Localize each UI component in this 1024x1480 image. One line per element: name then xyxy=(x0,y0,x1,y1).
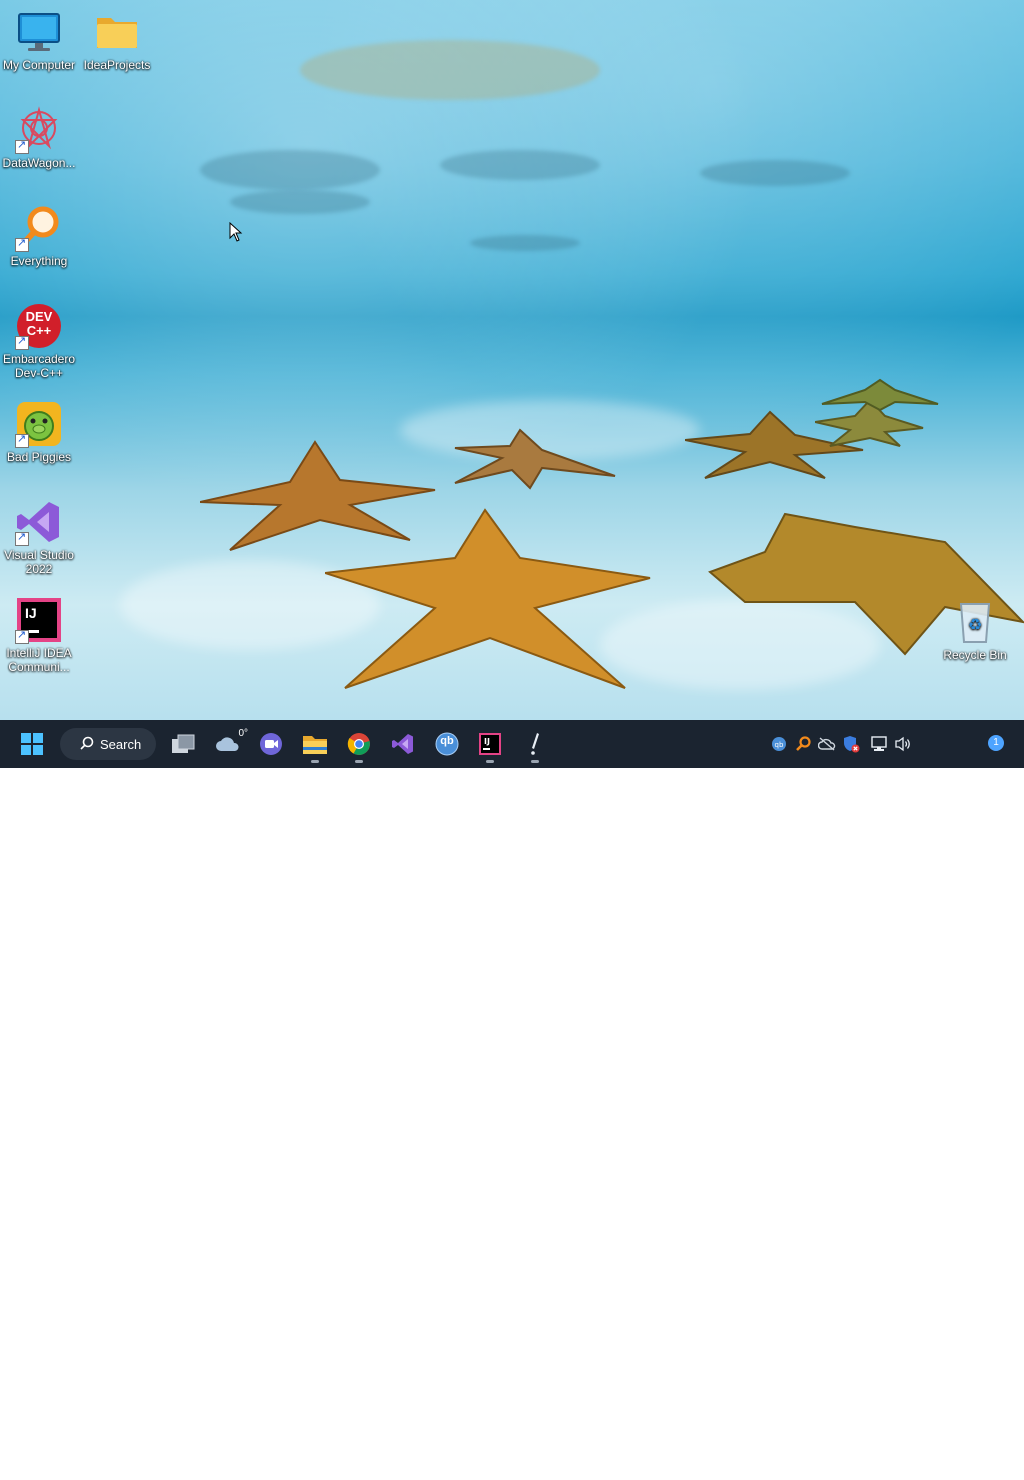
start-button[interactable] xyxy=(12,724,52,764)
weather-button[interactable]: 0° xyxy=(208,724,248,764)
folder-icon xyxy=(93,8,141,56)
taskbar-clock[interactable]: 8:00 PM 3/1/2023 xyxy=(920,1448,986,1480)
shortcut-arrow-icon xyxy=(15,432,29,448)
visual-studio-icon xyxy=(15,498,63,546)
starfish-3 xyxy=(325,508,651,689)
intellij-icon: IJ xyxy=(15,596,63,644)
devcpp-logo-text: DEV C++ xyxy=(25,309,53,338)
desktop: My Computer IdeaProjects DataWagon... Ev… xyxy=(0,0,1024,720)
icon-label: DataWagon... xyxy=(2,156,76,170)
monitor-icon xyxy=(15,8,63,56)
starfish-2 xyxy=(454,428,616,490)
bad-piggies-icon xyxy=(15,400,63,448)
svg-text:♻: ♻ xyxy=(968,615,982,634)
running-indicator xyxy=(311,760,319,763)
app-exclamation-button[interactable] xyxy=(515,724,555,764)
tray-network[interactable] xyxy=(869,734,889,754)
icon-label: Everything xyxy=(10,254,68,268)
running-indicator xyxy=(355,760,363,763)
svg-text:qb: qb xyxy=(775,741,784,749)
windows-logo-icon xyxy=(21,733,43,755)
icon-label: Bad Piggies xyxy=(6,450,72,464)
icon-label: IdeaProjects xyxy=(83,58,151,72)
mouse-cursor-icon xyxy=(229,222,243,242)
search-icon xyxy=(80,736,94,753)
running-indicator xyxy=(486,760,494,763)
icon-bad-piggies[interactable]: Bad Piggies xyxy=(1,400,77,464)
icon-label: My Computer xyxy=(2,58,76,72)
icon-label: Visual Studio 2022 xyxy=(4,548,74,576)
qbittorrent-tray-icon: qb xyxy=(772,737,786,751)
icon-ideaprojects[interactable]: IdeaProjects xyxy=(79,8,155,72)
starfish-6 xyxy=(821,378,939,412)
shield-warning-icon xyxy=(844,736,860,753)
exclamation-pen-icon xyxy=(531,733,539,755)
search-label: Search xyxy=(100,736,142,752)
tray-onedrive[interactable] xyxy=(817,734,837,754)
datawagon-icon xyxy=(15,106,63,154)
task-view-icon xyxy=(172,734,195,753)
magnifier-icon xyxy=(796,736,811,751)
tray-qbittorrent[interactable]: qb xyxy=(769,734,789,754)
chrome-icon xyxy=(347,733,370,755)
speaker-icon xyxy=(895,736,910,752)
chat-camera-icon xyxy=(260,733,282,755)
shortcut-arrow-icon xyxy=(15,530,29,546)
clock-date: 3/1/2023 xyxy=(929,1465,977,1479)
shortcut-arrow-icon xyxy=(15,138,29,154)
icon-label: IntelliJ IDEA Communi... xyxy=(6,646,72,674)
intellij-button[interactable]: IJ xyxy=(470,724,510,764)
notification-badge[interactable]: 1 xyxy=(988,735,1004,751)
tray-volume[interactable] xyxy=(893,734,913,754)
icon-recycle-bin[interactable]: ♻ Recycle Bin xyxy=(937,598,1013,662)
icon-everything[interactable]: Everything xyxy=(1,204,77,268)
magnifier-icon xyxy=(15,204,63,252)
devcpp-icon: DEV C++ xyxy=(15,302,63,350)
visual-studio-button[interactable] xyxy=(383,724,423,764)
visual-studio-icon xyxy=(392,734,413,754)
intellij-icon: IJ xyxy=(479,733,501,755)
clock-time: 8:00 PM xyxy=(930,1449,976,1463)
icon-datawagon[interactable]: DataWagon... xyxy=(1,106,77,170)
taskbar-search[interactable]: Search xyxy=(60,728,156,760)
icon-visual-studio[interactable]: Visual Studio 2022 xyxy=(1,498,77,576)
tray-everything[interactable] xyxy=(793,734,813,754)
cloud-offline-icon xyxy=(818,737,836,751)
recycle-bin-icon: ♻ xyxy=(951,598,999,646)
icon-label: Embarcadero Dev-C++ xyxy=(2,352,76,380)
chrome-button[interactable] xyxy=(339,724,379,764)
weather-temp: 0° xyxy=(238,728,248,739)
icon-devcpp[interactable]: DEV C++ Embarcadero Dev-C++ xyxy=(1,302,77,380)
folder-icon xyxy=(303,736,327,754)
qbittorrent-button[interactable]: qb xyxy=(427,724,467,764)
icon-intellij[interactable]: IJ IntelliJ IDEA Communi... xyxy=(1,596,77,674)
svg-text:IJ: IJ xyxy=(484,737,490,746)
icon-my-computer[interactable]: My Computer xyxy=(1,8,77,72)
tray-security[interactable] xyxy=(841,734,861,754)
icon-label: Recycle Bin xyxy=(943,648,1007,662)
shortcut-arrow-icon xyxy=(15,628,29,644)
qbittorrent-label: qb xyxy=(440,735,454,747)
network-icon xyxy=(871,736,887,751)
file-explorer-button[interactable] xyxy=(295,724,335,764)
cloud-icon xyxy=(216,737,239,751)
running-indicator xyxy=(531,760,539,763)
shortcut-arrow-icon xyxy=(15,334,29,350)
chat-button[interactable] xyxy=(251,724,291,764)
shortcut-arrow-icon xyxy=(15,236,29,252)
taskbar: Search 0° qb IJ qb 8:00 PM 3/1/2023 xyxy=(0,720,1024,1479)
intellij-logo-text: IJ xyxy=(25,605,37,621)
task-view-button[interactable] xyxy=(163,724,203,764)
